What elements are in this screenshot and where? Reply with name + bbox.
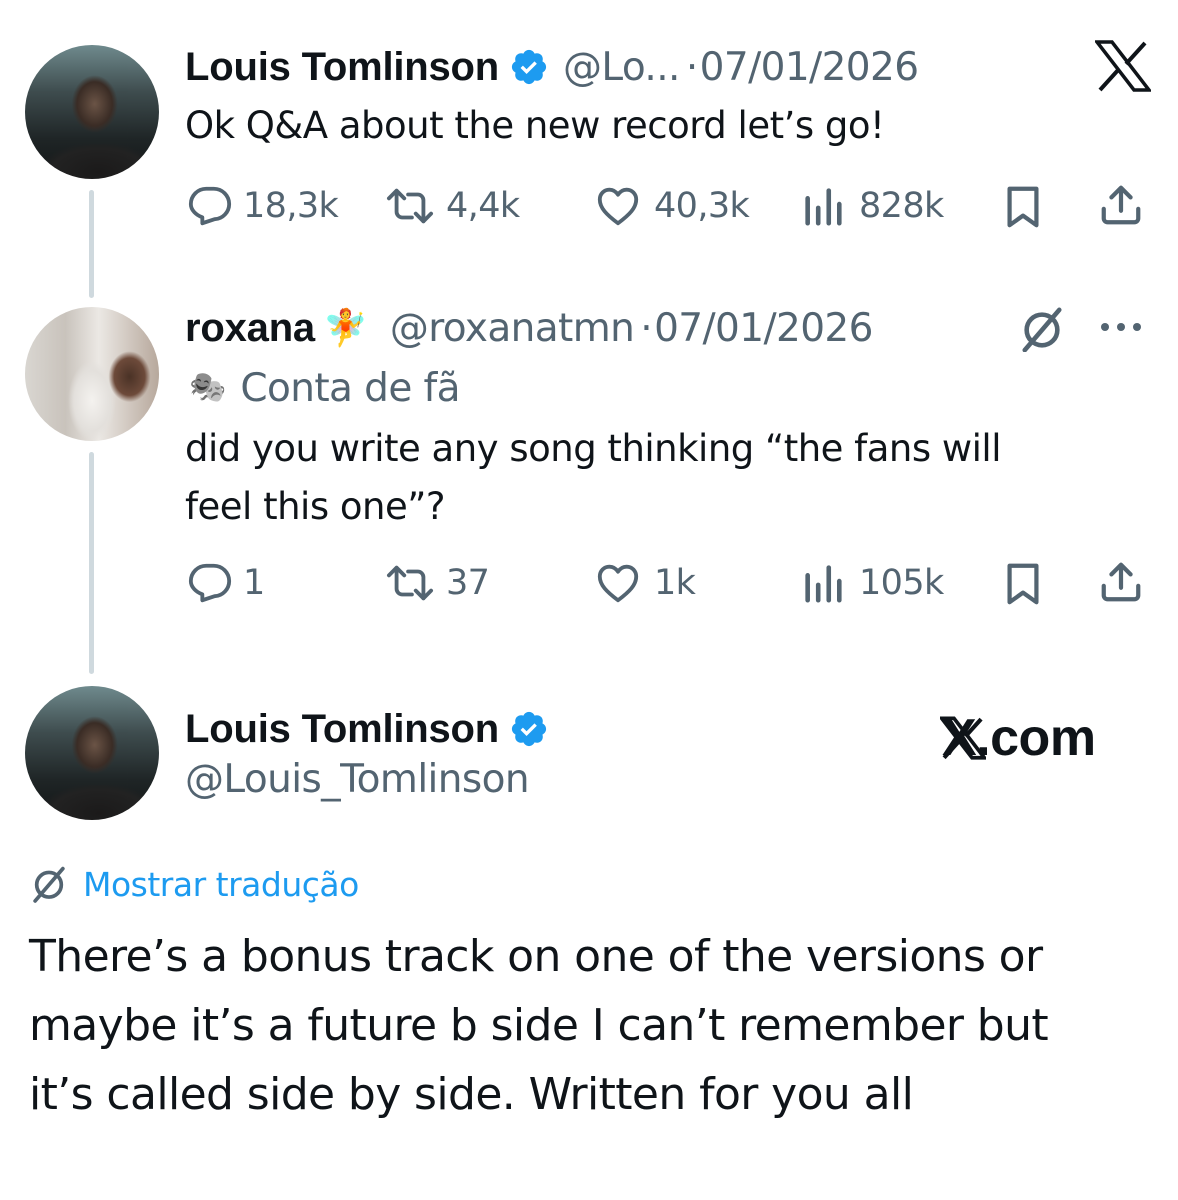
reply-button[interactable]: 1: [187, 560, 265, 606]
heart-icon: [597, 564, 639, 603]
show-translation-link[interactable]: Mostrar tradução: [29, 860, 359, 908]
views-count: 828k: [859, 186, 944, 226]
handle[interactable]: @Lo...: [563, 45, 680, 90]
tweet-text-line: feel this one”?: [185, 485, 446, 528]
tweet-text-line: There’s a bonus track on one of the vers…: [29, 931, 1043, 982]
views-icon: [805, 565, 842, 603]
avatar[interactable]: [25, 45, 159, 179]
thread-line: [89, 190, 94, 298]
repost-count: 4,4k: [446, 186, 520, 226]
repost-button[interactable]: 4,4k: [384, 183, 520, 229]
repost-icon: [386, 565, 433, 601]
tweet-text: Ok Q&A about the new record let’s go!: [185, 104, 885, 147]
like-button[interactable]: 1k: [594, 560, 696, 606]
share-button[interactable]: [1098, 559, 1144, 610]
separator: ·: [685, 44, 698, 90]
author-name[interactable]: Louis Tomlinson: [185, 707, 499, 752]
views-button[interactable]: 105k: [801, 560, 944, 606]
avatar[interactable]: [25, 686, 159, 820]
tweet-text-line: maybe it’s a future b side I can’t remem…: [29, 1000, 1049, 1051]
more-options-icon[interactable]: [1098, 318, 1144, 341]
author-name[interactable]: roxana: [185, 306, 315, 351]
verified-icon: [509, 709, 549, 749]
translate-icon-button[interactable]: [1017, 306, 1067, 357]
date[interactable]: 07/01/2026: [654, 306, 873, 351]
bookmark-button[interactable]: [1001, 561, 1045, 612]
views-icon: [805, 188, 842, 226]
date[interactable]: 07/01/2026: [700, 45, 919, 90]
theater-icon: 🎭: [189, 371, 227, 404]
tweet-text-line: did you write any song thinking “the fan…: [185, 427, 1001, 470]
separator: ·: [640, 305, 653, 351]
heart-icon: [597, 187, 639, 226]
reply-count: 18,3k: [243, 186, 339, 226]
bookmark-button[interactable]: [1001, 184, 1045, 235]
reply-button[interactable]: 18,3k: [187, 183, 339, 229]
tweet-header: Louis Tomlinson: [185, 703, 549, 755]
fan-label-text: Conta de fã: [240, 365, 460, 411]
globe-slash-icon: [1022, 307, 1062, 353]
tweet-header: roxana 🧚 @roxanatmn · 07/01/2026: [185, 302, 873, 354]
globe-slash-icon: [33, 866, 65, 903]
show-translation-label[interactable]: Mostrar tradução: [83, 865, 359, 904]
bookmark-icon: [1007, 563, 1039, 605]
repost-icon: [386, 188, 433, 224]
handle[interactable]: @roxanatmn: [390, 306, 635, 351]
share-icon: [1101, 185, 1141, 225]
x-logo-icon[interactable]: [1093, 40, 1153, 92]
watermark-text: X.com: [942, 709, 1096, 767]
tweet-text-line: it’s called side by side. Written for yo…: [29, 1069, 914, 1120]
fan-account-label: 🎭 Conta de fã: [189, 362, 461, 414]
views-button[interactable]: 828k: [801, 183, 944, 229]
reply-icon: [188, 563, 232, 603]
share-button[interactable]: [1098, 182, 1144, 233]
reply-count: 1: [243, 563, 265, 603]
repost-count: 37: [446, 563, 490, 603]
thread-line: [89, 452, 94, 674]
like-count: 40,3k: [654, 186, 750, 226]
tweet-header: Louis Tomlinson @Lo... · 07/01/2026: [185, 41, 919, 93]
repost-button[interactable]: 37: [384, 560, 490, 606]
author-name[interactable]: Louis Tomlinson: [185, 45, 499, 90]
reply-icon: [188, 186, 232, 226]
views-count: 105k: [859, 563, 944, 603]
fairy-icon: 🧚: [322, 307, 368, 348]
like-count: 1k: [654, 563, 696, 603]
verified-icon: [509, 47, 549, 87]
like-button[interactable]: 40,3k: [594, 183, 750, 229]
avatar[interactable]: [25, 307, 159, 441]
bookmark-icon: [1007, 186, 1039, 228]
handle[interactable]: @Louis_Tomlinson: [185, 757, 530, 802]
share-icon: [1101, 562, 1141, 602]
xcom-watermark: X.com: [940, 708, 1096, 768]
